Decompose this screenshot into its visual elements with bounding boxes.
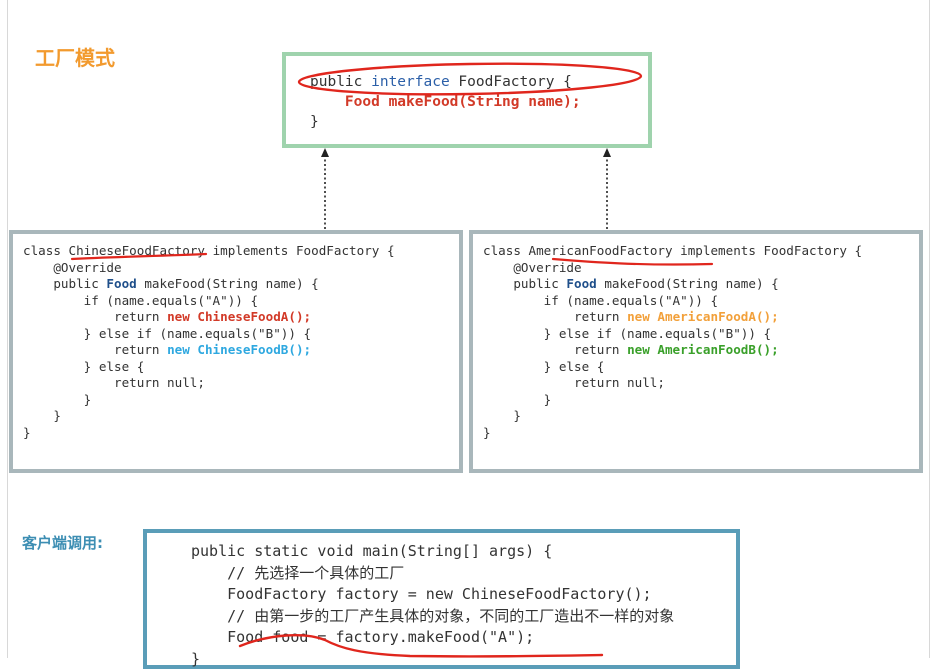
code-line: if (name.equals("A")) { — [23, 293, 395, 310]
american-factory-code: class AmericanFoodFactory implements Foo… — [483, 243, 862, 441]
code-line: public Food makeFood(String name) { — [23, 276, 395, 293]
code-line: } — [23, 408, 395, 425]
client-code: public static void main(String[] args) {… — [191, 541, 674, 670]
code-token: implements FoodFactory { — [205, 243, 395, 258]
code-token: makeFood(String name) { — [597, 276, 779, 291]
keyword-interface: interface — [371, 74, 450, 90]
code-line: return new ChineseFoodB(); — [23, 342, 395, 359]
code-line: class ChineseFoodFactory implements Food… — [23, 243, 395, 260]
code-token: return — [23, 309, 167, 324]
code-line: public static void main(String[] args) { — [191, 541, 674, 563]
code-line: return new AmericanFoodA(); — [483, 309, 862, 326]
code-line: public Food makeFood(String name) { — [483, 276, 862, 293]
chinese-factory-code: class ChineseFoodFactory implements Food… — [23, 243, 395, 441]
code-line: return new AmericanFoodB(); — [483, 342, 862, 359]
new-chinese-food-b: new ChineseFoodB(); — [167, 342, 311, 357]
new-chinese-food-a: new ChineseFoodA(); — [167, 309, 311, 324]
code-line: class AmericanFoodFactory implements Foo… — [483, 243, 862, 260]
code-line: } — [483, 425, 862, 442]
code-token: class — [23, 243, 69, 258]
code-token: makeFood(String name) { — [137, 276, 319, 291]
code-line: @Override — [23, 260, 395, 277]
code-line: return null; — [483, 375, 862, 392]
code-line: if (name.equals("A")) { — [483, 293, 862, 310]
client-label: 客户端调用: — [22, 532, 103, 553]
code-token: public — [310, 74, 371, 90]
code-line: } — [483, 392, 862, 409]
left-frame-line — [7, 0, 8, 658]
code-line: } — [191, 649, 674, 670]
code-token: public — [483, 276, 566, 291]
code-line: @Override — [483, 260, 862, 277]
code-token: public — [23, 276, 106, 291]
code-line: Food food = factory.makeFood("A"); — [191, 627, 674, 649]
code-line: // 由第一步的工厂产生具体的对象，不同的工厂造出不一样的对象 — [191, 606, 674, 628]
code-token: return — [483, 309, 627, 324]
code-line: } — [483, 408, 862, 425]
code-line: } else { — [483, 359, 862, 376]
code-line: public interface FoodFactory { — [310, 72, 581, 92]
code-token: class — [483, 243, 529, 258]
code-line: return new ChineseFoodA(); — [23, 309, 395, 326]
code-token: implements FoodFactory { — [673, 243, 863, 258]
code-line: FoodFactory factory = new ChineseFoodFac… — [191, 584, 674, 606]
arrowhead-right-icon — [603, 148, 611, 157]
page-title: 工厂模式 — [35, 42, 115, 71]
code-line: Food makeFood(String name); — [310, 92, 581, 112]
new-american-food-a: AmericanFoodA(); — [657, 309, 778, 324]
chinese-factory-code-box: class ChineseFoodFactory implements Food… — [9, 230, 463, 473]
code-line: } else { — [23, 359, 395, 376]
interface-code-box: public interface FoodFactory { Food make… — [282, 52, 652, 148]
american-factory-code-box: class AmericanFoodFactory implements Foo… — [469, 230, 923, 473]
code-line: } else if (name.equals("B")) { — [23, 326, 395, 343]
code-token: FoodFactory { — [450, 74, 572, 90]
code-line: return null; — [23, 375, 395, 392]
food-type: Food — [106, 276, 136, 291]
make-food-method: Food makeFood(String name); — [345, 94, 581, 110]
food-type: Food — [566, 276, 596, 291]
code-line: } — [23, 392, 395, 409]
code-line: } — [310, 112, 581, 132]
new-american-food-b: new AmericanFoodB(); — [627, 342, 779, 357]
code-token: return — [23, 342, 167, 357]
class-name: AmericanFoodFactory — [529, 243, 673, 258]
new-keyword: new — [627, 309, 657, 324]
arrowhead-left-icon — [321, 148, 329, 157]
code-line: } else if (name.equals("B")) { — [483, 326, 862, 343]
class-name: ChineseFoodFactory — [69, 243, 205, 258]
right-frame-line — [929, 0, 930, 658]
interface-code: public interface FoodFactory { Food make… — [310, 72, 581, 132]
code-token: return — [483, 342, 627, 357]
code-line: } — [23, 425, 395, 442]
code-line: // 先选择一个具体的工厂 — [191, 563, 674, 585]
client-code-box: public static void main(String[] args) {… — [143, 529, 740, 669]
